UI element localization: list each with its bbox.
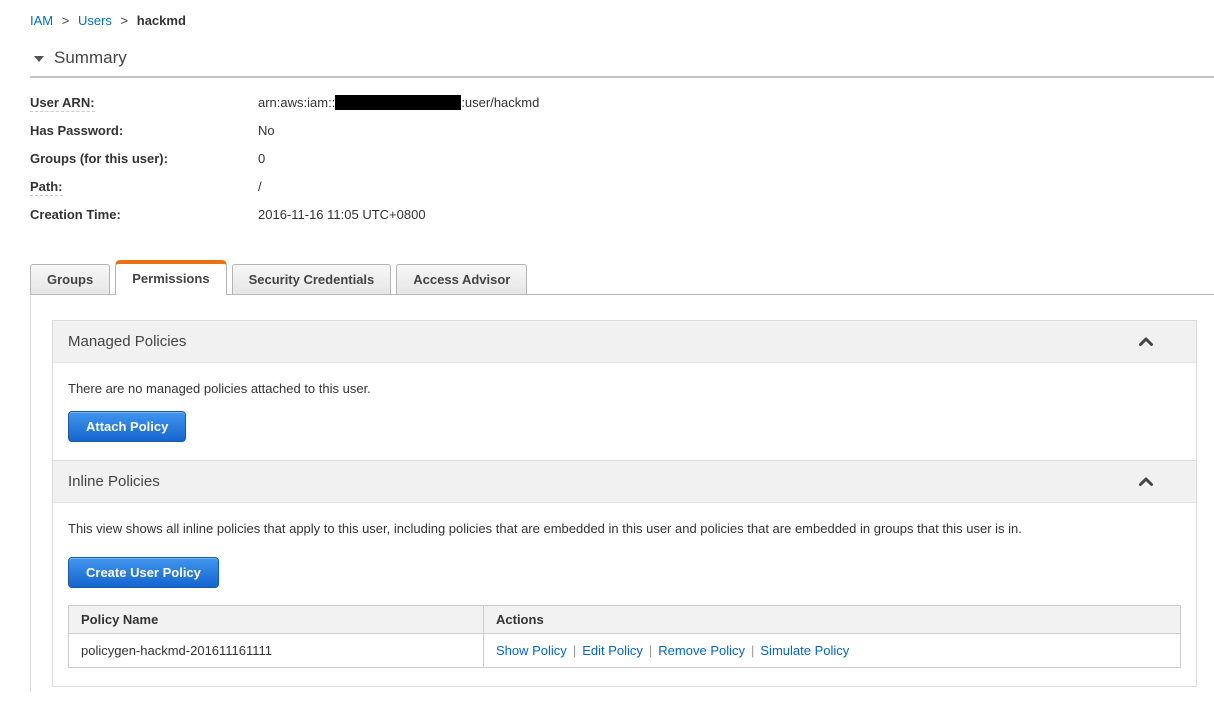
create-user-policy-button[interactable]: Create User Policy [68, 557, 219, 588]
tab-permissions[interactable]: Permissions [115, 260, 227, 295]
inline-policies-description: This view shows all inline policies that… [68, 521, 1022, 536]
policy-name-cell: policygen-hackmd-201611161111 [68, 633, 484, 668]
user-arn-label[interactable]: User ARN: [30, 93, 258, 112]
table-header-row: Policy Name Actions [68, 605, 1181, 634]
tab-security-credentials[interactable]: Security Credentials [231, 264, 392, 294]
policy-name-column-header: Policy Name [68, 605, 484, 634]
summary-divider [30, 76, 1214, 78]
summary-fields: User ARN: arn:aws:iam:::user/hackmd Has … [30, 93, 1214, 224]
show-policy-link[interactable]: Show Policy [496, 643, 567, 658]
table-row: policygen-hackmd-201611161111 Show Polic… [68, 633, 1181, 668]
field-row-creation-time: Creation Time: 2016-11-16 11:05 UTC+0800 [30, 205, 1214, 224]
iam-user-detail-page: IAM > Users > hackmd Summary User ARN: a… [0, 0, 1214, 692]
field-row-groups: Groups (for this user): 0 [30, 149, 1214, 168]
simulate-policy-link[interactable]: Simulate Policy [760, 643, 849, 658]
field-row-user-arn: User ARN: arn:aws:iam:::user/hackmd [30, 93, 1214, 112]
redacted-account-id [335, 95, 462, 110]
inline-policies-body: This view shows all inline policies that… [53, 503, 1196, 686]
field-row-path: Path: / [30, 177, 1214, 196]
triangle-down-icon [34, 56, 44, 62]
creation-time-label: Creation Time: [30, 207, 121, 222]
action-separator: | [572, 643, 577, 658]
user-arn-value: arn:aws:iam:::user/hackmd [258, 95, 540, 110]
attach-policy-button[interactable]: Attach Policy [68, 411, 187, 442]
breadcrumb: IAM > Users > hackmd [30, 13, 1214, 29]
action-separator: | [648, 643, 653, 658]
edit-policy-link[interactable]: Edit Policy [582, 643, 643, 658]
groups-value: 0 [258, 151, 266, 166]
inline-policies-header[interactable]: Inline Policies [53, 460, 1196, 503]
tab-groups[interactable]: Groups [30, 264, 111, 294]
breadcrumb-link-users[interactable]: Users [78, 13, 112, 28]
managed-policies-title: Managed Policies [68, 333, 187, 350]
managed-policies-body: There are no managed policies attached t… [53, 363, 1196, 460]
has-password-label: Has Password: [30, 123, 124, 138]
breadcrumb-separator: > [61, 13, 70, 28]
summary-title: Summary [54, 48, 127, 67]
groups-label: Groups (for this user): [30, 151, 168, 166]
actions-column-header: Actions [483, 605, 1181, 634]
breadcrumb-current-user: hackmd [136, 13, 186, 28]
field-row-has-password: Has Password: No [30, 121, 1214, 140]
path-label[interactable]: Path: [30, 177, 258, 196]
policies-accordion: Managed Policies There are no managed po… [52, 320, 1197, 687]
path-value: / [258, 179, 262, 194]
permissions-tab-panel: Managed Policies There are no managed po… [30, 295, 1214, 692]
tab-access-advisor[interactable]: Access Advisor [396, 264, 528, 294]
managed-policies-header[interactable]: Managed Policies [53, 321, 1196, 363]
has-password-value: No [258, 123, 275, 138]
chevron-up-icon[interactable] [1138, 335, 1154, 352]
managed-policies-empty-text: There are no managed policies attached t… [68, 381, 371, 396]
chevron-up-icon[interactable] [1138, 475, 1154, 492]
actions-cell: Show Policy | Edit Policy | Remove Policy | Si… [483, 633, 1181, 668]
summary-section-toggle[interactable]: Summary [30, 48, 1214, 68]
action-separator: | [751, 643, 755, 658]
inline-policies-title: Inline Policies [68, 473, 160, 490]
tab-bar: Groups Permissions Security Credentials … [30, 260, 1214, 295]
breadcrumb-link-iam[interactable]: IAM [30, 13, 53, 28]
breadcrumb-separator: > [120, 13, 129, 28]
remove-policy-link[interactable]: Remove Policy [658, 643, 745, 658]
inline-policies-table: Policy Name Actions policygen-hackmd-201… [68, 605, 1181, 668]
creation-time-value: 2016-11-16 11:05 UTC+0800 [258, 207, 426, 222]
